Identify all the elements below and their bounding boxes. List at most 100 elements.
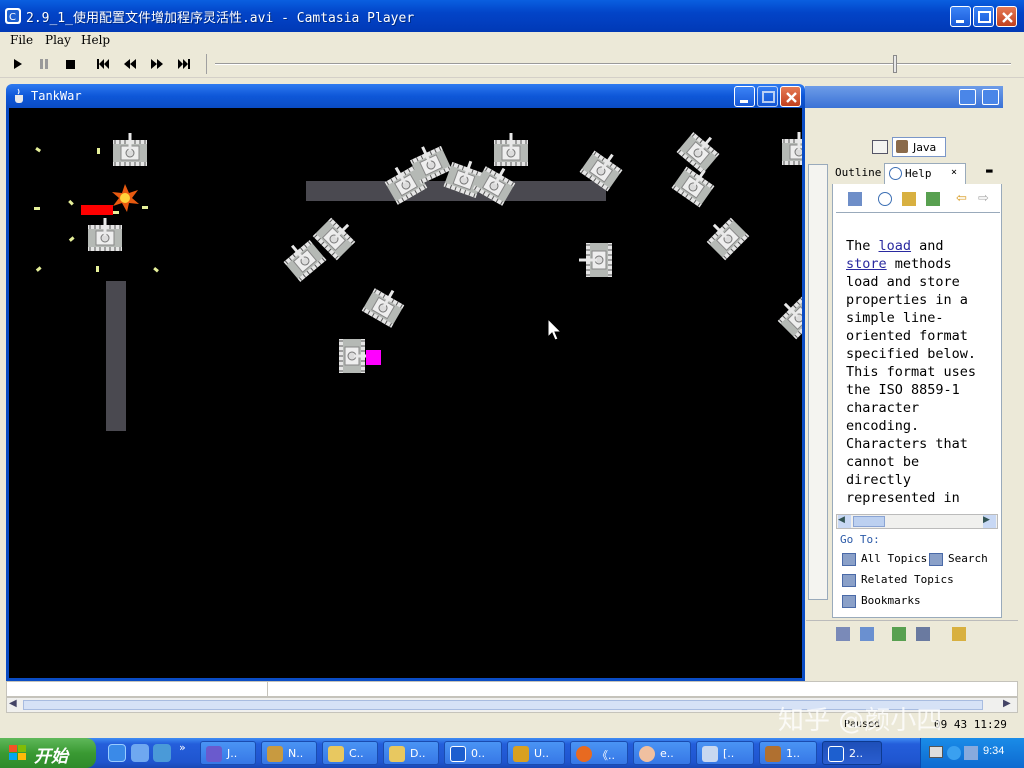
tankwar-close-button[interactable] [780,86,801,107]
wall-vertical [106,281,126,431]
taskbar-item[interactable]: 1.. [759,741,817,765]
toolbar-icon-4[interactable] [916,627,930,641]
menu-file[interactable]: File [10,33,33,47]
taskbar-item[interactable]: [.. [696,741,754,765]
store-link[interactable]: store [846,256,887,272]
keyboard-icon[interactable] [929,746,943,758]
fast-forward-icon[interactable] [148,55,166,73]
maximize-button[interactable] [973,6,994,27]
view-menu-icon[interactable]: ▬ [986,164,993,177]
help-hscrollbar[interactable]: ◀ ▶ [836,514,998,529]
help-content: The load and store methods load and stor… [846,238,984,510]
tab-outline[interactable]: Outline [835,166,881,179]
left-side-panel [808,164,828,600]
taskbar-item[interactable]: e.. [633,741,691,765]
java-perspective-label: Java [913,141,937,154]
enemy-tank [578,242,613,278]
seek-thumb[interactable] [893,55,897,73]
ie-icon[interactable] [108,744,126,762]
skip-start-icon[interactable] [94,55,112,73]
enemy-tank [781,131,802,166]
system-tray [920,738,1024,768]
quicklaunch-icon-2[interactable] [131,744,149,762]
taskbar-item-active[interactable]: 2.. [822,741,882,765]
taskbar-item[interactable]: N.. [261,741,317,765]
toolbar-icon-2[interactable] [860,627,874,641]
load-link[interactable]: load [879,238,912,254]
pause-icon[interactable] [35,55,53,73]
status-bar [6,681,1018,697]
forward-arrow-icon[interactable]: ⇨ [978,191,989,206]
taskbar-item[interactable]: 《.. [570,741,628,765]
scroll-right-icon[interactable]: ▶ [1003,698,1011,709]
toolbar-icon-3[interactable] [892,627,906,641]
taskbar-item[interactable]: J.. [200,741,256,765]
tankwar-canvas[interactable] [6,108,805,681]
taskbar-item[interactable]: 0.. [444,741,502,765]
related-topics-link[interactable]: Related Topics [842,573,954,587]
enemy-tank [493,132,529,167]
menu-bar: File Play Help [0,32,1024,50]
bookmarks-link[interactable]: Bookmarks [842,594,921,608]
skip-end-icon[interactable] [175,55,193,73]
time-readout: 09 43 11:29 [934,718,1007,731]
toolbar-icon-5[interactable] [952,627,966,641]
bottom-eclipse-toolbar [806,620,1018,646]
stop-icon[interactable] [61,55,79,73]
taskbar-item[interactable]: C.. [322,741,378,765]
close-icon[interactable]: ⨯ [951,167,957,178]
seek-bar[interactable] [206,54,1018,74]
eclipse-maximize-icon[interactable] [982,89,999,105]
eclipse-titlebar [805,86,1003,108]
taskbar-item[interactable]: D.. [383,741,439,765]
help-divider [836,212,1000,213]
scroll-left-icon[interactable]: ◀ [838,515,851,528]
enemy-tank [671,160,719,208]
minimize-button[interactable] [950,6,971,27]
taskbar-item[interactable]: U.. [507,741,565,765]
blood-item [366,350,381,365]
start-label: 开始 [34,747,68,767]
all-topics-link[interactable]: All Topics [842,552,927,566]
svg-text:C: C [9,12,16,23]
scroll-thumb[interactable] [853,516,885,527]
sync-icon[interactable] [902,192,916,206]
open-perspective-icon[interactable] [872,140,888,154]
tray-icon-3[interactable] [964,746,978,760]
link-icon[interactable] [926,192,940,206]
taskbar-clock: 9:34 [983,745,1005,757]
search-link[interactable]: Search [929,552,988,566]
eclipse-minimize-icon[interactable] [959,89,976,105]
seek-track [215,63,1011,65]
tray-icon-2[interactable] [947,746,961,760]
back-arrow-icon[interactable]: ⇦ [956,191,967,206]
title-bar: C 2.9_1_使用配置文件增加程序灵活性.avi - Camtasia Pla… [0,0,1024,32]
bookmarks-icon [842,594,856,608]
scroll-left-icon[interactable]: ◀ [9,698,17,709]
game-scene [34,126,802,431]
menu-play[interactable]: Play [45,33,71,47]
back-topic-icon[interactable] [848,192,862,206]
tankwar-maximize-button[interactable] [757,86,778,107]
tab-help-label: Help [905,167,932,180]
scroll-right-icon[interactable]: ▶ [983,515,996,528]
tab-help-active[interactable]: Help ⨯ [884,163,966,184]
toolbar-icon-1[interactable] [836,627,850,641]
java-perspective-button[interactable]: Java [892,137,946,157]
tankwar-titlebar: TankWar [6,84,805,108]
help-icon [889,167,902,180]
tankwar-minimize-button[interactable] [734,86,755,107]
quicklaunch-icon-3[interactable] [153,744,171,762]
enemy-tank [87,217,123,252]
help-index-icon[interactable] [878,192,892,206]
menu-help[interactable]: Help [81,33,110,47]
status-divider [267,682,268,696]
enemy-tank [676,126,725,175]
zhihu-watermark: 知乎 @颜小四 [778,706,943,736]
play-icon[interactable] [9,55,27,73]
mouse-pointer [547,317,563,341]
java-cup-icon [15,88,23,103]
quicklaunch-more-icon[interactable]: » [179,741,186,754]
close-button[interactable] [996,6,1017,27]
rewind-icon[interactable] [121,55,139,73]
